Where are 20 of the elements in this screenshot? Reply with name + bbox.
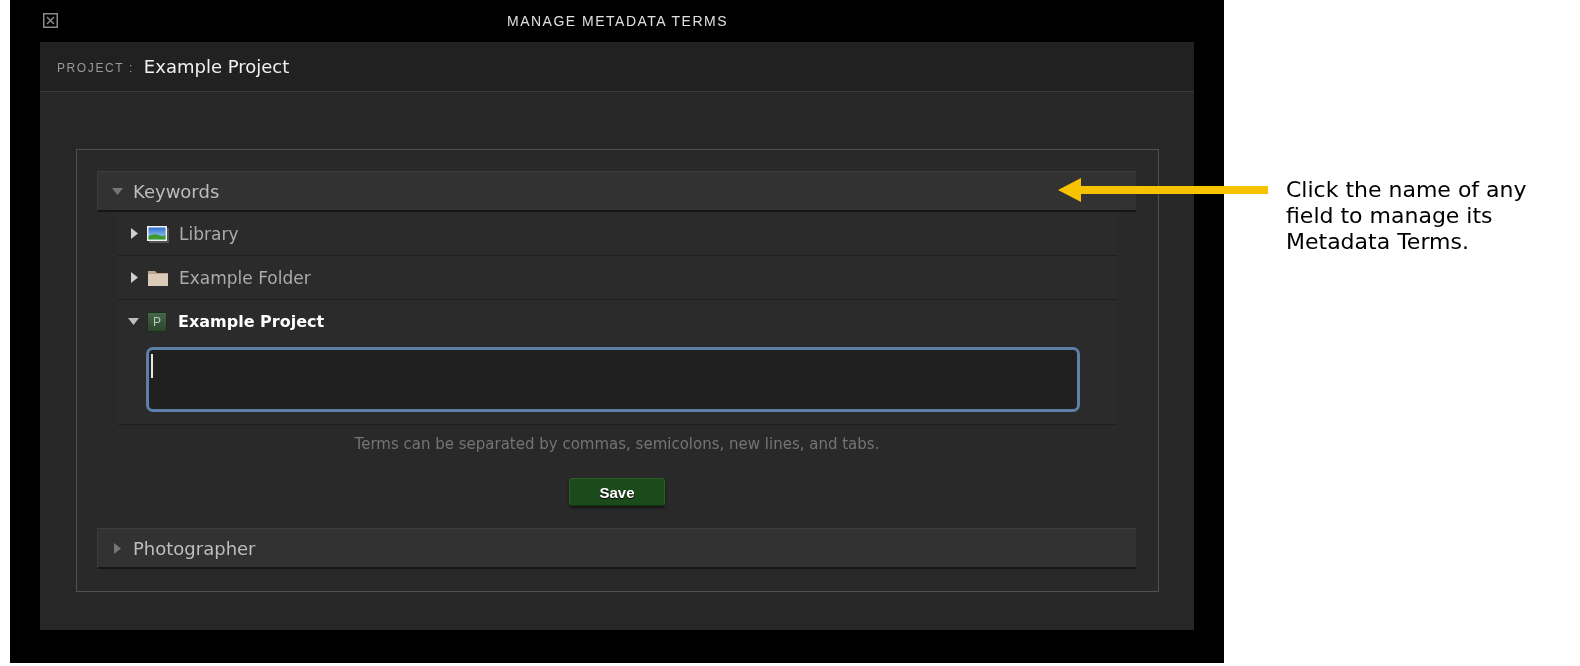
disclosure-triangle-icon[interactable] [131, 272, 138, 283]
close-icon[interactable] [43, 12, 58, 28]
project-name: Example Project [143, 56, 290, 77]
landscape-picture-icon [147, 224, 169, 243]
field-header[interactable]: Photographer [97, 528, 1137, 569]
tree-item[interactable]: P Example Project [118, 300, 1117, 343]
disclosure-triangle-icon[interactable] [131, 228, 138, 239]
annotation-text: Click the name of any field to manage its Metadata Terms. [1286, 177, 1528, 255]
tree-item[interactable]: Example Folder [118, 256, 1117, 299]
disclosure-triangle-icon[interactable] [128, 318, 139, 325]
save-button[interactable]: Save [569, 478, 665, 506]
hint-text: Terms can be separated by commas, semicolons, new lines, and tabs. [353, 434, 881, 454]
field-header[interactable]: Keywords [97, 171, 1137, 212]
tree-item[interactable]: Library [118, 212, 1117, 255]
window-title: MANAGE METADATA TERMS [505, 13, 729, 29]
project-label: PROJECT : [57, 60, 134, 75]
letter-tile-icon: P [147, 311, 167, 332]
text-cursor-icon [151, 354, 153, 378]
folder-icon [147, 268, 169, 287]
terms-input-field[interactable] [146, 347, 1080, 412]
